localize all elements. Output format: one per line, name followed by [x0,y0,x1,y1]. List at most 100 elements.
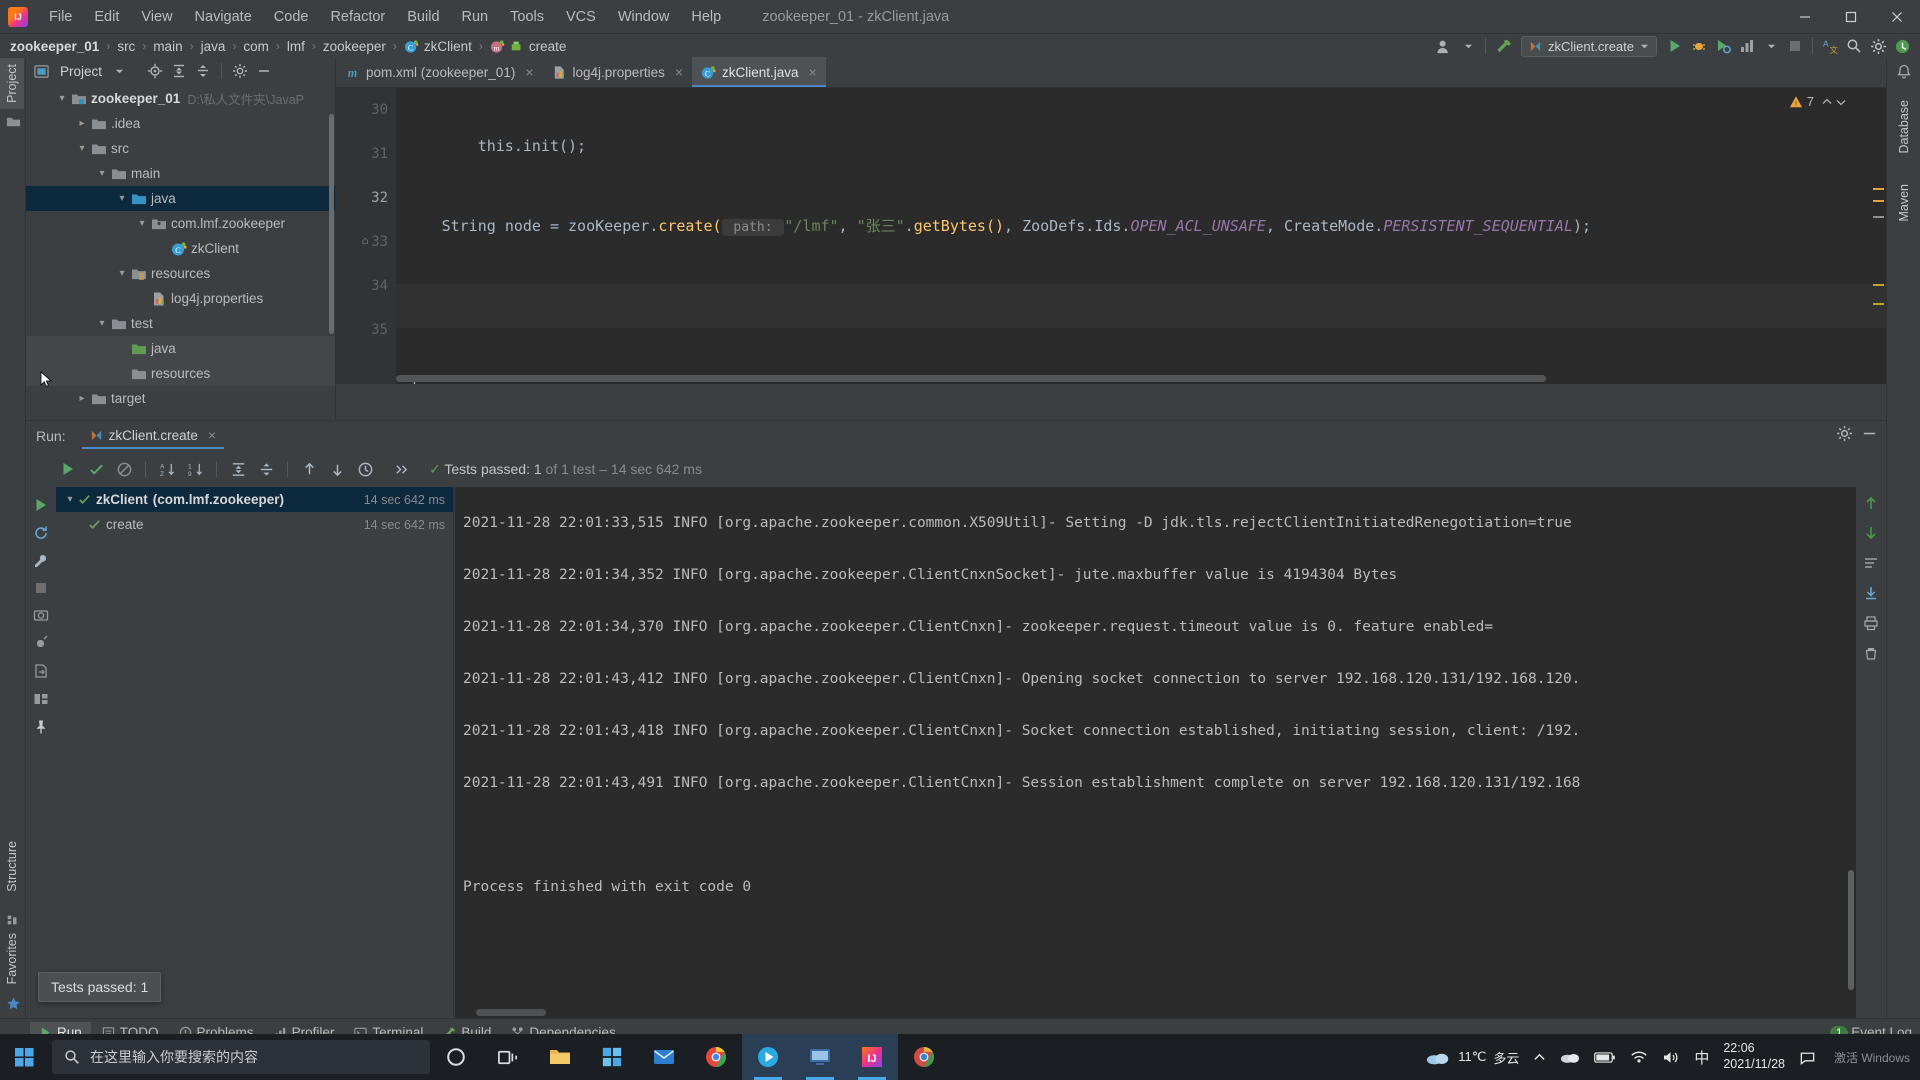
console-output[interactable]: 2021-11-28 22:01:33,515 INFO [org.apache… [455,487,1856,1018]
weather-widget[interactable]: 11℃ 多云 [1425,1047,1519,1067]
breadcrumb-lmf[interactable]: lmf [287,39,305,54]
tree-row-main[interactable]: ▾ main [26,161,335,186]
onedrive-icon[interactable] [1560,1050,1580,1064]
taskbar-task-view-icon[interactable] [482,1034,534,1080]
scroll-up-icon[interactable] [1863,495,1879,511]
tool-tab-database[interactable]: Database [1892,94,1916,160]
menu-item-tools[interactable]: Tools [499,5,555,29]
chevron-up-icon[interactable] [1822,97,1832,107]
more-actions-icon[interactable] [389,457,413,481]
test-tree-row-method[interactable]: create 14 sec 642 ms [56,512,453,537]
tree-row-target[interactable]: ▸ target [26,386,335,411]
bookmarks-folder-icon[interactable] [0,109,26,134]
breadcrumb-com[interactable]: com [243,39,269,54]
translate-icon[interactable]: A文 [1818,34,1842,58]
scroll-down-icon[interactable] [1863,525,1879,541]
gear-settings-icon[interactable] [1866,34,1890,58]
inspection-status[interactable]: ! 7 [1789,94,1846,109]
chevron-down-icon[interactable]: ▾ [114,193,130,204]
tree-row-test[interactable]: ▾ test [26,311,335,336]
notification-icon[interactable] [1799,1049,1816,1066]
project-tree[interactable]: ▾ zookeeper_01 D:\私人文件夹\JavaP ▸ .idea ▾ [26,84,335,420]
settings-wrench-icon[interactable] [33,553,49,569]
user-avatar-icon[interactable] [1432,34,1456,58]
chevron-down-icon[interactable]: ▾ [94,318,110,329]
console-vertical-scrollbar[interactable] [1848,870,1854,990]
test-results-tree[interactable]: ▾ zkClient (com.lmf.zookeeper) 14 sec 64… [56,487,454,1018]
menu-item-view[interactable]: View [130,5,183,29]
collapse-all-icon[interactable] [192,60,214,82]
expand-all-icon[interactable] [168,60,190,82]
taskbar-cortana-icon[interactable] [430,1034,482,1080]
taskbar-media-player-icon[interactable] [742,1034,794,1080]
breadcrumb-src[interactable]: src [117,39,135,54]
expand-all-icon[interactable] [226,457,250,481]
tool-tab-maven[interactable]: Maven [1892,178,1916,228]
chevron-down-icon[interactable] [1456,34,1480,58]
ignore-tests-icon[interactable] [112,457,136,481]
favorites-star-icon[interactable] [0,991,26,1016]
taskbar-remote-desktop-icon[interactable] [794,1034,846,1080]
hammer-build-icon[interactable] [1491,34,1515,58]
tree-row-idea[interactable]: ▸ .idea [26,111,335,136]
run-configuration-selector[interactable]: zkClient.create [1521,35,1657,57]
battery-icon[interactable] [1594,1051,1616,1064]
test-history-icon[interactable] [353,457,377,481]
taskbar-search-input[interactable]: 在这里输入你要搜索的内容 [52,1040,430,1074]
tree-row-src[interactable]: ▾ src [26,136,335,161]
close-icon[interactable]: × [675,64,683,80]
menu-item-edit[interactable]: Edit [83,5,130,29]
taskbar-clock[interactable]: 22:06 2021/11/28 [1723,1041,1785,1072]
taskbar-chrome-icon[interactable] [690,1034,742,1080]
tree-row-resources-test[interactable]: resources [26,361,335,387]
rerun-failed-tests-icon[interactable] [33,525,49,541]
run-icon[interactable] [1663,34,1687,58]
chevron-down-icon[interactable]: ▾ [114,268,130,279]
screenshot-icon[interactable] [33,607,49,623]
menu-item-build[interactable]: Build [396,5,450,29]
taskbar-mail-icon[interactable] [638,1034,690,1080]
taskbar-chrome2-icon[interactable] [898,1034,950,1080]
chevron-down-icon[interactable] [108,60,130,82]
clear-all-icon[interactable] [1863,645,1879,661]
taskbar-file-explorer-icon[interactable] [534,1034,586,1080]
code-editor[interactable]: 30 31 32 33 34 35 ⌂ this.init(); String … [336,88,1886,384]
minimize-panel-icon[interactable] [1861,425,1878,442]
breadcrumb-zkclient[interactable]: zkClient [424,39,472,54]
debug-step-icon[interactable] [33,635,49,651]
console-horizontal-scrollbar[interactable] [476,1009,546,1016]
chevron-down-icon[interactable]: ▾ [134,218,150,229]
tool-tab-structure[interactable]: Structure [0,835,24,898]
menu-item-file[interactable]: File [38,5,83,29]
search-icon[interactable] [1842,34,1866,58]
close-button[interactable] [1874,0,1920,34]
code-content[interactable]: this.init(); String node = zooKeeper.cre… [396,88,1886,384]
breadcrumb-create[interactable]: create [529,39,567,54]
scroll-to-end-icon[interactable] [1863,585,1879,601]
run-with-coverage-icon[interactable] [1711,34,1735,58]
tree-row-log4j-properties[interactable]: log4j.properties [26,286,335,311]
breadcrumb-zookeeper[interactable]: zookeeper [323,39,386,54]
profiler-icon[interactable] [1735,34,1759,58]
chevron-right-icon[interactable]: ▸ [74,393,90,404]
ime-indicator[interactable]: 中 [1694,1047,1709,1068]
windows-start-icon[interactable] [0,1034,48,1080]
locate-icon[interactable] [144,60,166,82]
tool-tab-project[interactable]: Project [0,58,24,109]
editor-tab-zkclient-java[interactable]: C zkClient.java × [692,57,826,87]
updates-icon[interactable] [1890,34,1914,58]
debug-icon[interactable] [1687,34,1711,58]
code-fold-icon[interactable]: ⌂ [358,234,372,247]
test-tree-row-class[interactable]: ▾ zkClient (com.lmf.zookeeper) 14 sec 64… [56,487,453,512]
hide-panel-icon[interactable] [253,60,275,82]
breadcrumb-main[interactable]: main [153,39,182,54]
chevron-down-icon[interactable] [1640,42,1649,51]
chevron-down-icon[interactable] [1836,97,1846,107]
tree-row-resources-main[interactable]: ▾ resources [26,261,335,286]
breadcrumb-project[interactable]: zookeeper_01 [10,39,99,54]
menu-item-vcs[interactable]: VCS [555,5,607,29]
menu-item-navigate[interactable]: Navigate [184,5,263,29]
rerun-icon[interactable] [33,497,49,513]
chevron-right-icon[interactable]: ▸ [74,118,90,129]
taskbar-intellij-idea-icon[interactable]: IJ [846,1034,898,1080]
